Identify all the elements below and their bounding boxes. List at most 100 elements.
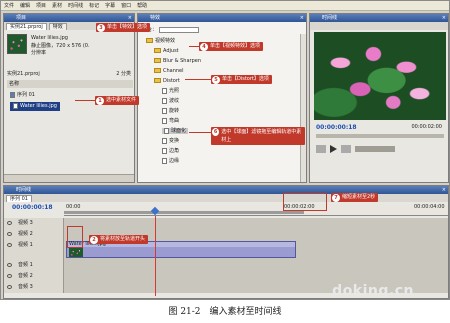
monitor-panel: 时间线 × 00:00:00:18 00:00:02:00 [309, 13, 449, 183]
menu-file[interactable]: 文件 [4, 2, 14, 9]
menu-window[interactable]: 窗口 [121, 2, 131, 9]
effect-icon [162, 157, 167, 164]
speaker-icon[interactable] [7, 285, 12, 289]
callout-3: 3 单击【特效】选项 [96, 23, 151, 32]
work-area-bar[interactable] [64, 211, 304, 214]
callout-4-leader [189, 46, 199, 47]
effects-panel-title: 特效 × [138, 14, 306, 22]
track-head[interactable]: 视频 2 [4, 229, 64, 240]
track-head[interactable]: 视频 3 [4, 218, 64, 229]
trim-highlight [283, 193, 327, 211]
close-icon[interactable]: × [300, 14, 304, 22]
monitor-panel-title: 时间线 × [310, 14, 448, 22]
callout-7: 7 缩短素材至2秒 [331, 193, 379, 202]
speaker-icon[interactable] [7, 274, 12, 278]
sequence-icon [10, 91, 15, 98]
tab-effects[interactable]: 特效 [48, 23, 67, 30]
timeline-tabs: 序列 01 [4, 194, 448, 202]
app-screenshot: 文件 编辑 项目 素材 时间线 标记 字幕 窗口 帮助 项目 × 实例21.prp… [0, 0, 450, 300]
effect-item[interactable]: 弯曲 [144, 116, 230, 126]
callout-6-leader [189, 132, 211, 133]
effect-item[interactable]: 旋转 [144, 106, 230, 116]
track-head[interactable]: 视频 1 [4, 240, 64, 260]
track-body[interactable] [64, 260, 448, 271]
column-header: 名称 [7, 80, 133, 88]
timeline-playhead-line [155, 216, 156, 296]
timeline-timecode: 00:00:00:18 [12, 204, 53, 211]
play-icon[interactable] [330, 145, 337, 153]
monitor-scrub-bar[interactable] [316, 134, 444, 138]
effect-icon [162, 147, 167, 154]
track-head[interactable]: 音频 1 [4, 260, 64, 271]
effect-icon [162, 107, 167, 114]
eye-icon[interactable] [7, 243, 12, 247]
step-back-icon[interactable] [316, 145, 326, 153]
callout-6: 6 选中【球面】滤镜拖至编辑轨道中素材上 [211, 127, 305, 145]
menu-timeline[interactable]: 时间线 [68, 2, 83, 9]
callout-2: 2 将素材放至轨道开头 [89, 235, 149, 244]
tab-project[interactable]: 实例21.prproj [6, 23, 47, 30]
menu-project[interactable]: 项目 [36, 2, 46, 9]
project-item-sequence[interactable]: 序列 01 [10, 91, 35, 100]
track-body[interactable] [64, 218, 448, 229]
monitor-frame-image [314, 32, 446, 120]
menu-edit[interactable]: 编辑 [20, 2, 30, 9]
effect-item[interactable]: 波纹 [144, 96, 230, 106]
effects-search: 包含： [142, 26, 200, 33]
figure-caption: 图 21-2 编入素材至时间线 [168, 307, 282, 317]
menu-title[interactable]: 字幕 [105, 2, 115, 9]
monitor-view [314, 32, 446, 120]
menu-clip[interactable]: 素材 [52, 2, 62, 9]
file-icon [13, 102, 18, 109]
menu-bar: 文件 编辑 项目 素材 时间线 标记 字幕 窗口 帮助 [1, 1, 449, 11]
monitor-tabs [310, 22, 448, 30]
folder-icon [154, 58, 161, 63]
effect-item[interactable]: 边角 [144, 146, 230, 156]
close-icon[interactable]: × [442, 186, 446, 194]
step-forward-icon[interactable] [341, 145, 351, 153]
close-icon[interactable]: × [442, 14, 446, 22]
folder-icon [154, 78, 161, 83]
track-audio-2: 音频 2 [4, 271, 448, 282]
effect-icon [162, 117, 167, 124]
clip-thumbnail [69, 248, 83, 257]
project-item-water-lilies[interactable]: Water lilies.jpg [10, 102, 60, 111]
project-file-row: 实例21.prproj 2 分类 [7, 71, 131, 77]
effect-icon [162, 137, 167, 144]
preview-info: 静止图像，720 x 576 (0. [31, 43, 90, 49]
jog-wheel[interactable] [355, 146, 395, 152]
clip-start-highlight [67, 226, 83, 248]
effects-scrollbar[interactable] [300, 34, 306, 182]
folder-blur-sharpen[interactable]: Blur & Sharpen [144, 56, 230, 66]
speaker-icon[interactable] [7, 263, 12, 267]
menu-marker[interactable]: 标记 [89, 2, 99, 9]
callout-1-leader [75, 100, 95, 101]
eye-icon[interactable] [7, 221, 12, 225]
callout-5: 5 单击【Distort】选项 [211, 75, 272, 84]
folder-icon [154, 68, 161, 73]
preview-info2: 分辨率 [31, 50, 47, 56]
track-audio-1: 音频 1 [4, 260, 448, 271]
preview-area: Water lilies.jpg 静止图像，720 x 576 (0. 分辨率 [7, 34, 133, 60]
timeline-ruler[interactable]: 00:00 00:00:02:00 00:00:04:00 [64, 204, 448, 216]
callout-5-leader [185, 79, 211, 80]
effect-icon [162, 87, 167, 94]
track-head[interactable]: 音频 3 [4, 282, 64, 293]
search-input[interactable] [159, 26, 200, 33]
track-body[interactable] [64, 271, 448, 282]
folder-icon [146, 38, 153, 43]
preview-thumbnail [7, 34, 27, 54]
project-panel-title: 项目 × [4, 14, 134, 22]
effect-item[interactable]: 边缘 [144, 156, 230, 166]
timeline-panel-title: 时间线 × [4, 186, 448, 194]
track-head[interactable]: 音频 2 [4, 271, 64, 282]
monitor-controls [316, 142, 444, 156]
preview-name: Water lilies.jpg [31, 35, 68, 41]
menu-help[interactable]: 帮助 [137, 2, 147, 9]
eye-icon[interactable] [7, 232, 12, 236]
tab-sequence[interactable]: 序列 01 [6, 195, 32, 202]
effect-item[interactable]: 光照 [144, 86, 230, 96]
effects-tree: 视频特效 Adjust Blur & Sharpen Channel Disto… [144, 36, 230, 166]
close-icon[interactable]: × [128, 14, 132, 22]
callout-4: 4 单击【视频特效】选项 [199, 42, 264, 51]
